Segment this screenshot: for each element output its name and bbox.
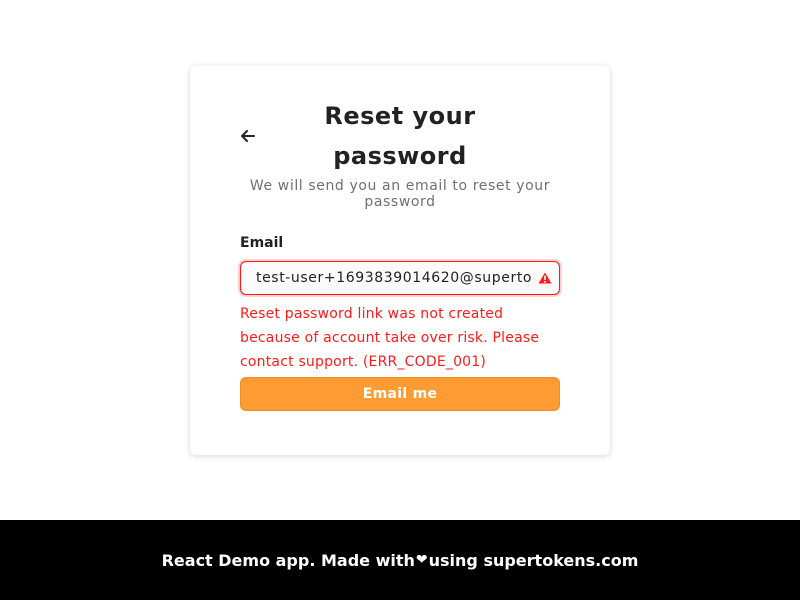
email-label: Email	[240, 235, 284, 251]
email-field-wrapper	[240, 261, 560, 295]
email-me-button[interactable]: Email me	[240, 377, 560, 411]
error-message: Reset password link was not created beca…	[240, 306, 540, 370]
subtitle: We will send you an email to reset your …	[249, 178, 551, 210]
email-field[interactable]	[241, 262, 531, 294]
page: Reset your password We will send you an …	[0, 0, 800, 600]
page-title: Reset your password	[190, 96, 610, 176]
reset-password-card: Reset your password We will send you an …	[190, 66, 610, 455]
title-line-2: password	[333, 142, 467, 170]
footer: React Demo app. Made with ❤ using supert…	[0, 520, 800, 600]
footer-text-end: using supertokens.com	[428, 550, 639, 570]
footer-text-start: React Demo app. Made with	[161, 550, 415, 570]
heart-icon: ❤	[415, 552, 428, 568]
title-line-1: Reset your	[324, 102, 476, 130]
warning-triangle-icon	[531, 262, 559, 294]
